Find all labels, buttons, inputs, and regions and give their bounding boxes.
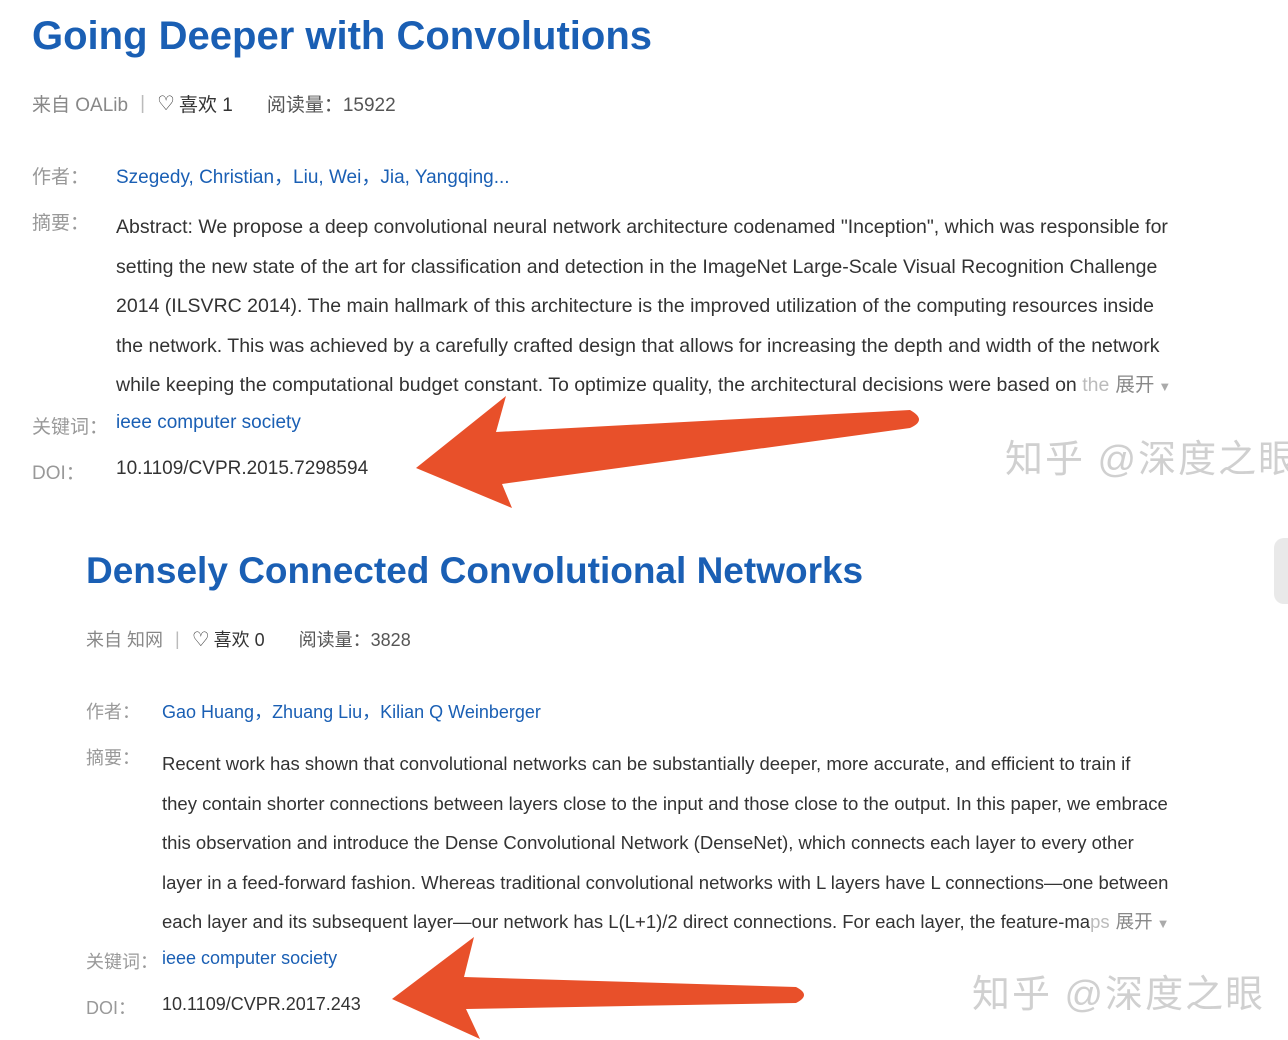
abstract-line: the network. This was achieved by a care…	[116, 334, 1160, 357]
doi-label: DOI：	[32, 463, 85, 484]
paper-title[interactable]: Densely Connected Convolutional Networks	[86, 550, 863, 592]
triangle-down-icon[interactable]: ▼	[1157, 916, 1170, 931]
abstract-line: each layer and its subsequent layer—our …	[162, 911, 1091, 932]
triangle-down-icon[interactable]: ▼	[1158, 379, 1171, 394]
likes-count[interactable]: 喜欢 0	[214, 626, 265, 652]
heart-icon[interactable]: ♡	[157, 91, 175, 116]
paper-meta: 来自 OALib | ♡ 喜欢 1 阅读量：15922	[32, 90, 396, 117]
keywords-label: 关键词：	[86, 952, 158, 972]
heart-icon[interactable]: ♡	[192, 627, 210, 652]
abstract-line: this observation and introduce the Dense…	[162, 832, 1134, 853]
read-count: 阅读量：15922	[266, 95, 396, 116]
red-arrow-annotation	[392, 937, 804, 1039]
watermark: 知乎 @深度之眼	[972, 974, 1266, 1016]
abstract-text: Recent work has shown that convolutional…	[162, 744, 1170, 944]
likes-count[interactable]: 喜欢 1	[179, 90, 233, 117]
doi-value: 10.1109/CVPR.2017.243	[162, 994, 361, 1014]
keywords-link[interactable]: ieee computer society	[162, 948, 337, 969]
keywords-link[interactable]: ieee computer society	[116, 412, 301, 434]
read-count: 阅读量：3828	[298, 630, 411, 650]
authors-label: 作者：	[32, 167, 90, 188]
meta-separator: |	[175, 628, 180, 649]
abstract-line: Recent work has shown that convolutional…	[162, 753, 1131, 774]
abstract-fade-text: ps	[1090, 911, 1110, 932]
abstract-fade-text: the	[1082, 374, 1110, 396]
expand-label[interactable]: 展开	[1116, 911, 1153, 932]
paper-title[interactable]: Going Deeper with Convolutions	[32, 14, 652, 59]
meta-separator: |	[140, 92, 146, 114]
doi-value: 10.1109/CVPR.2015.7298594	[116, 458, 369, 479]
abstract-line: layer in a feed-forward fashion. Whereas…	[162, 871, 1169, 893]
expand-button[interactable]: 展开 ▼	[1115, 374, 1171, 396]
abstract-line: setting the new state of the art for cla…	[116, 255, 1158, 278]
expand-label[interactable]: 展开	[1115, 374, 1154, 396]
authors-links[interactable]: Gao Huang，Zhuang Liu，Kilian Q Weinberger	[162, 698, 541, 724]
keywords-label: 关键词：	[32, 417, 109, 438]
authors-links[interactable]: Szegedy, Christian，Liu, Wei，Jia, Yangqin…	[116, 162, 510, 189]
doi-label: DOI：	[86, 998, 137, 1018]
watermark: 知乎 @深度之眼	[1005, 439, 1288, 481]
paper-meta: 来自 知网 | ♡ 喜欢 0 阅读量：3828	[86, 626, 411, 652]
abstract-label: 摘要：	[32, 213, 90, 234]
source-label: 来自 知网	[86, 630, 164, 650]
authors-label: 作者：	[86, 702, 140, 722]
red-arrow-annotation	[416, 396, 919, 508]
abstract-line: Abstract: We propose a deep convolutiona…	[116, 216, 1168, 238]
abstract-label: 摘要：	[86, 748, 140, 768]
source-label: 来自 OALib	[32, 95, 129, 116]
abstract-text: Abstract: We propose a deep convolutiona…	[116, 208, 1171, 407]
abstract-line: 2014 (ILSVRC 2014). The main hallmark of…	[116, 295, 1154, 317]
expand-button[interactable]: 展开 ▼	[1116, 911, 1170, 932]
side-scroll-tab[interactable]	[1274, 538, 1288, 604]
paper-card-2: Densely Connected Convolutional Networks…	[0, 535, 1288, 1040]
paper-card-1: Going Deeper with Convolutions 来自 OALib …	[0, 0, 1288, 510]
abstract-line: they contain shorter connections between…	[162, 792, 1168, 814]
